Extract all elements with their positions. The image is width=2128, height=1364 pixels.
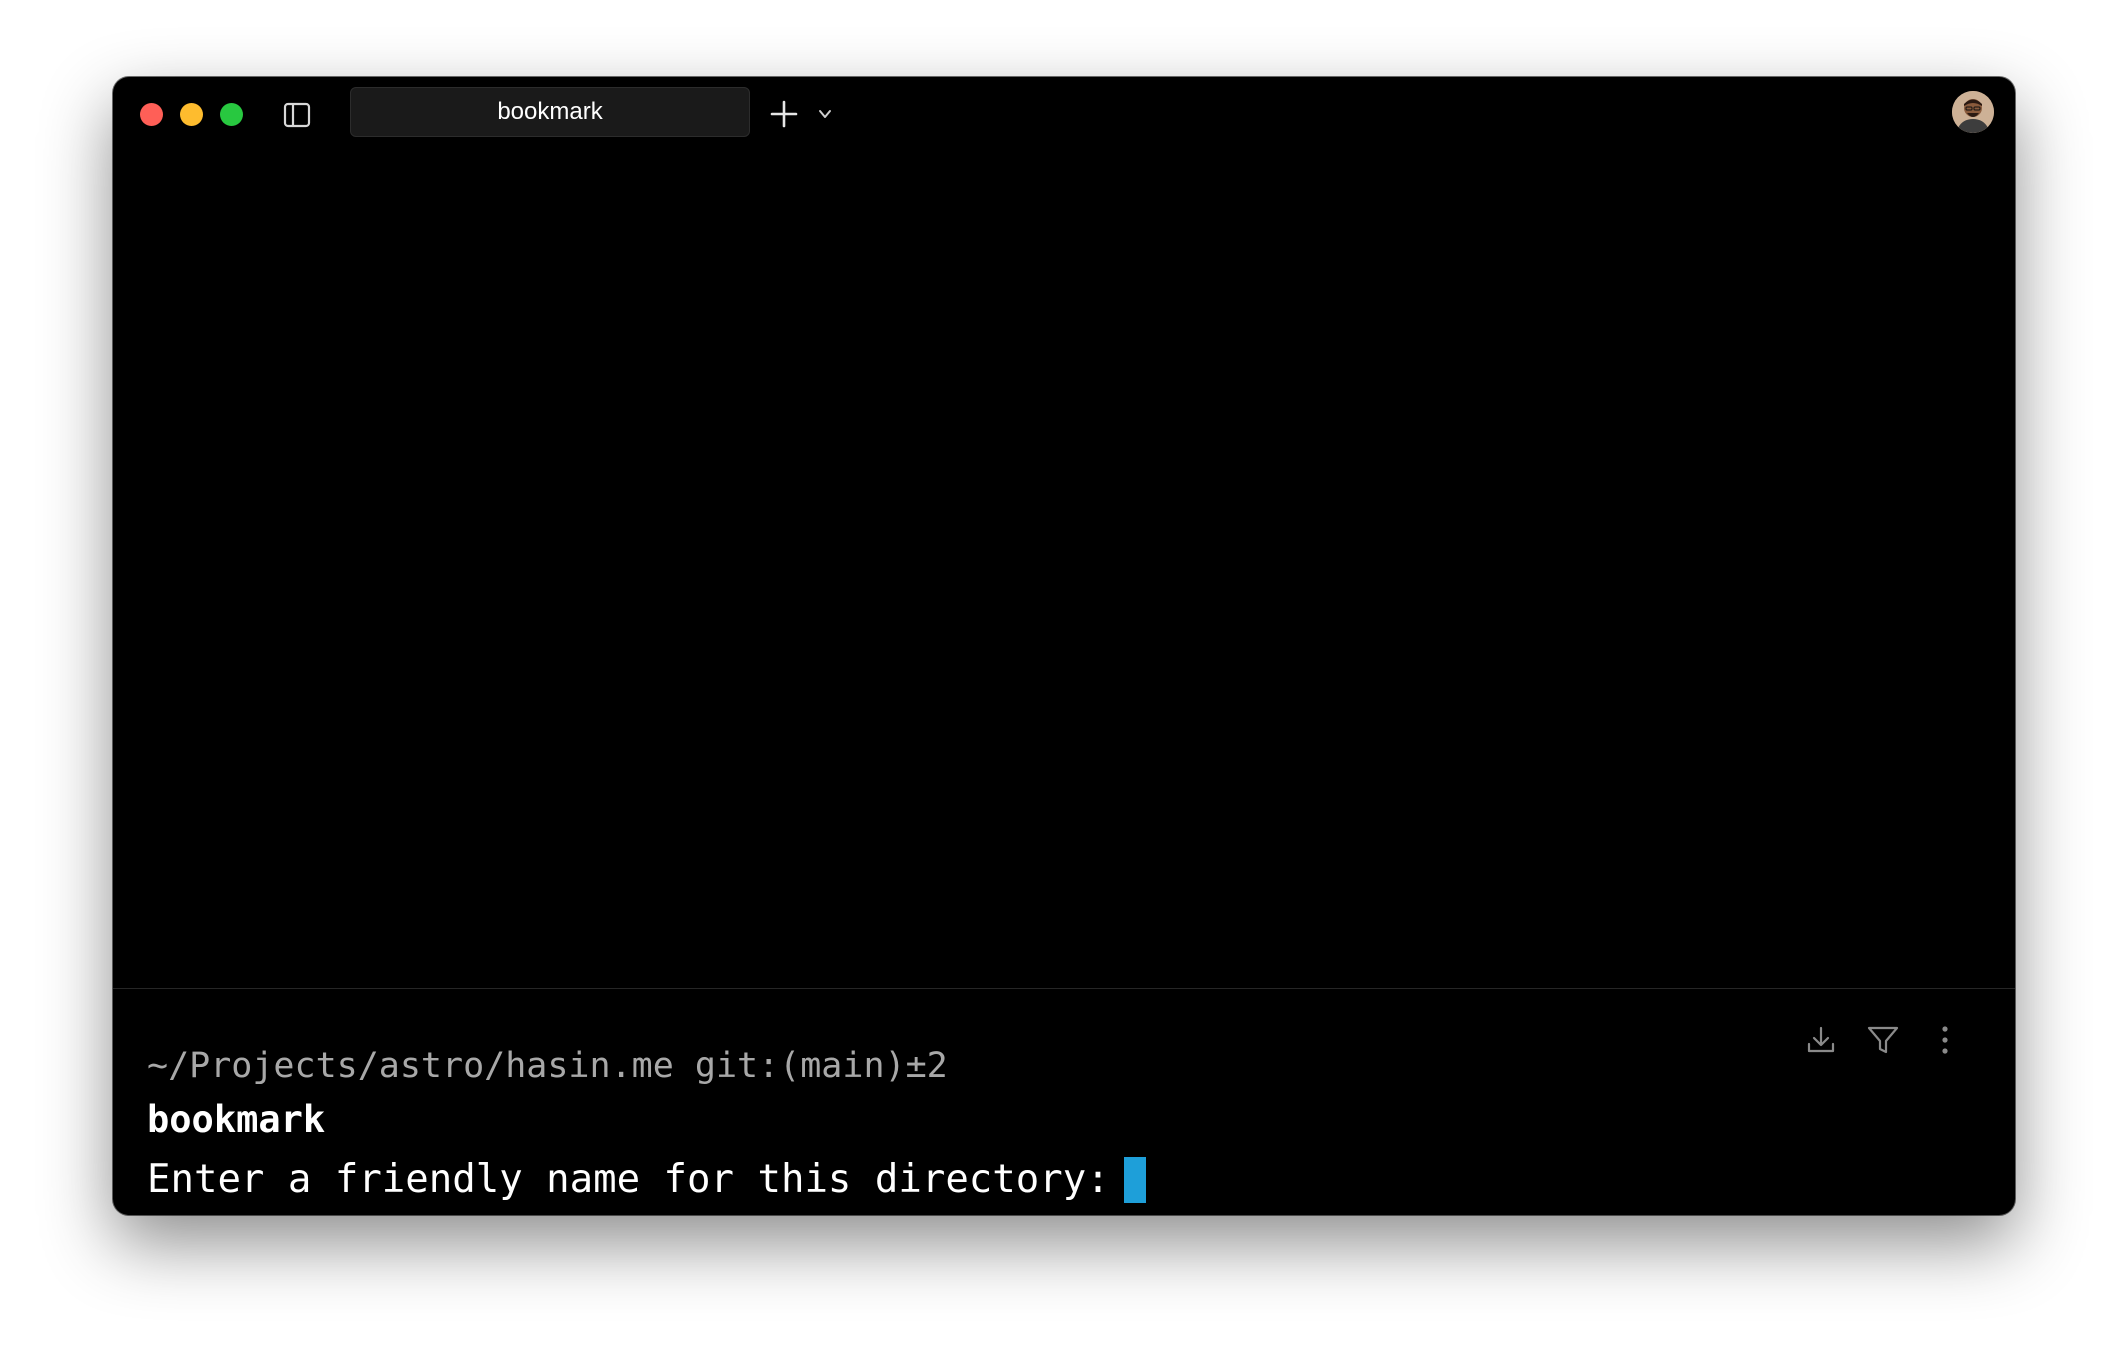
close-window-button[interactable]	[140, 103, 163, 126]
chevron-down-icon[interactable]	[816, 105, 834, 123]
command-text: bookmark	[147, 1098, 326, 1141]
tab-active[interactable]: bookmark	[350, 87, 750, 137]
terminal-window: bookmark ~/Projects/astro/hasin.me git:(…	[113, 77, 2015, 1215]
input-line[interactable]: Enter a friendly name for this directory…	[147, 1147, 1146, 1213]
maximize-window-button[interactable]	[220, 103, 243, 126]
title-bar[interactable]: bookmark	[113, 77, 2015, 147]
tab-title: bookmark	[497, 98, 603, 125]
sidebar-toggle-icon[interactable]	[283, 101, 311, 129]
vertical-ellipsis-icon[interactable]	[1927, 1022, 1963, 1058]
block-toolbar	[1803, 1022, 1963, 1058]
terminal-block[interactable]: ~/Projects/astro/hasin.me git:(main)±2 b…	[147, 1039, 1146, 1213]
user-avatar[interactable]	[1952, 91, 1994, 133]
input-prompt: Enter a friendly name for this directory…	[147, 1157, 1110, 1202]
block-divider	[113, 988, 2015, 989]
download-icon[interactable]	[1803, 1022, 1839, 1058]
filter-icon[interactable]	[1865, 1022, 1901, 1058]
text-cursor	[1123, 1157, 1146, 1203]
minimize-window-button[interactable]	[180, 103, 203, 126]
prompt-path: ~/Projects/astro/hasin.me git:(main)±2	[147, 1046, 948, 1086]
plus-icon[interactable]	[768, 98, 800, 130]
